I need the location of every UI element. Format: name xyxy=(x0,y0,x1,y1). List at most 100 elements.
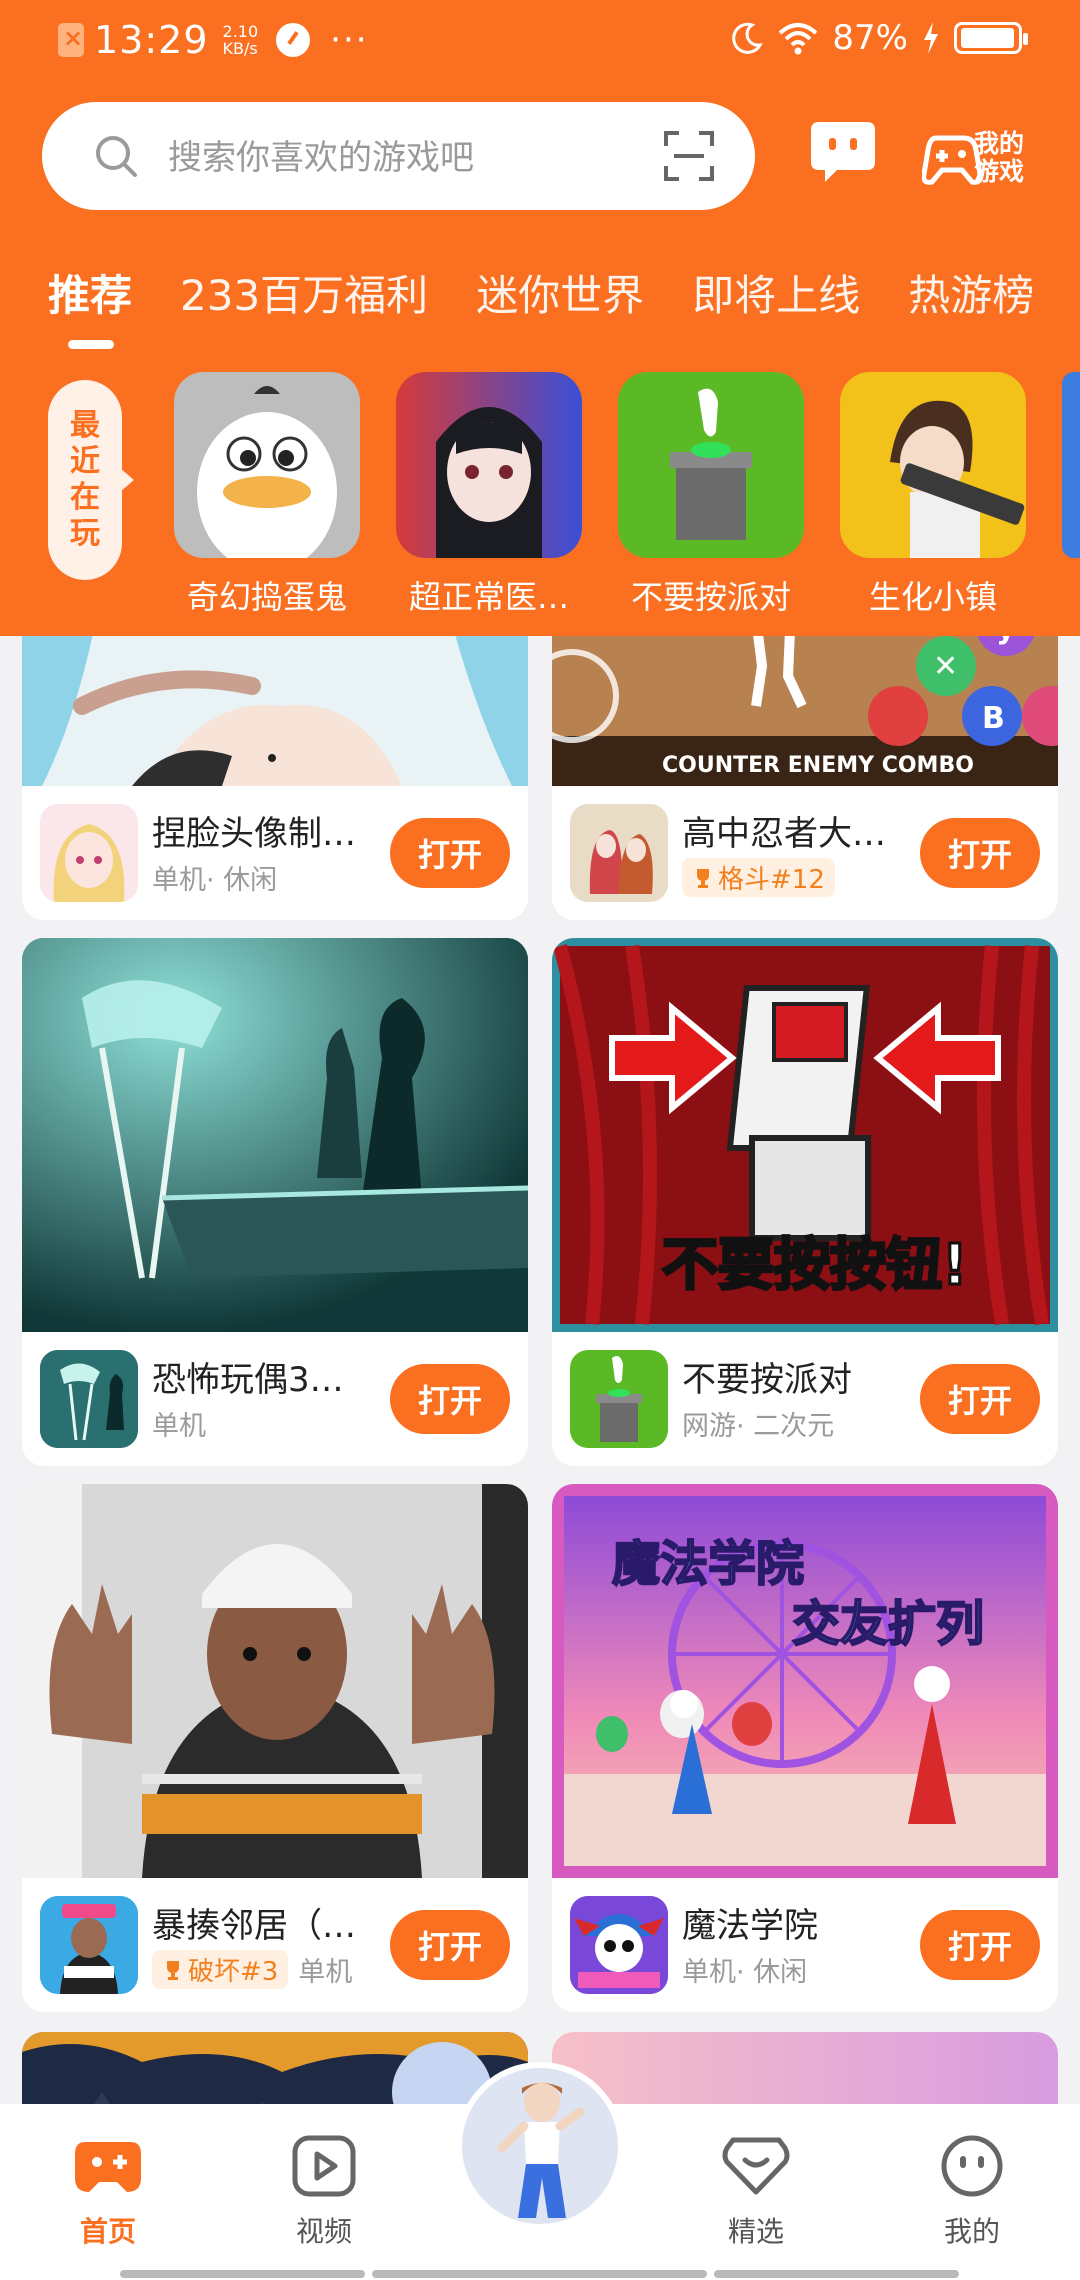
svg-text:B: B xyxy=(982,701,1005,736)
recent-game-name: 超正常医… xyxy=(408,578,569,616)
recent-game-3[interactable]: 不要按派对 xyxy=(618,372,804,618)
home-gamepad-icon xyxy=(75,2142,141,2192)
trophy-icon xyxy=(167,1960,179,1980)
game-card-info: 捏脸头像制… 单机· 休闲 打开 xyxy=(22,786,528,920)
svg-text:✕: ✕ xyxy=(933,649,958,684)
recent-tag-char: 近 xyxy=(70,444,100,479)
game-icon xyxy=(40,1896,138,1994)
game-tags: 单机 xyxy=(152,1404,206,1443)
my-games-label: 我的游戏 xyxy=(974,129,1025,186)
game-card[interactable]: 魔法学院 交友扩列 魔法学院 单机· 休闲 打开 xyxy=(552,1484,1058,2012)
nav-home-label: 首页 xyxy=(79,2215,136,2248)
game-icon xyxy=(570,1350,668,1448)
status-time: 13:29 xyxy=(94,18,209,62)
network-speed: 2.10 KB/s xyxy=(223,23,259,57)
recently-played-row: 最 近 在 玩 奇幻捣蛋鬼 超正常医… 不要按派对 生化小镇 xyxy=(0,372,1080,622)
game-card[interactable]: 捏脸头像制… 单机· 休闲 打开 xyxy=(22,586,528,920)
open-button[interactable]: 打开 xyxy=(920,818,1040,888)
game-icon xyxy=(570,1896,668,1994)
recent-game-name: 生化小镇 xyxy=(868,578,997,616)
tab-233-welfare[interactable]: 233百万福利 xyxy=(180,262,428,323)
moon-icon xyxy=(732,22,764,54)
more-dots-icon: ··· xyxy=(330,20,369,60)
image-caption: 不要按按钮! xyxy=(662,1233,968,1298)
speed-value: 2.10 xyxy=(222,22,259,41)
game-tags-text: 网游· 二次元 xyxy=(682,1411,835,1442)
gauge-icon xyxy=(276,23,311,57)
game-tags-text: 单机 xyxy=(298,1957,353,1988)
game-icon xyxy=(40,1350,138,1448)
game-card[interactable]: COUNTER ENEMY COMBO✕yB 高中忍者大… 格斗#12 打开 xyxy=(552,586,1058,920)
message-icon[interactable] xyxy=(807,116,879,188)
tab-recommend[interactable]: 推荐 xyxy=(48,262,132,349)
image-caption: COUNTER ENEMY COMBO xyxy=(662,753,974,778)
trophy-icon xyxy=(697,868,709,888)
recently-played-tag: 最 近 在 玩 xyxy=(48,380,134,580)
rank-text: 破坏#3 xyxy=(188,1957,279,1987)
scan-icon[interactable] xyxy=(663,130,715,182)
wifi-icon xyxy=(779,23,818,55)
recent-game-2[interactable]: 超正常医… xyxy=(396,372,582,618)
video-play-icon xyxy=(292,2135,356,2197)
nav-video-label: 视频 xyxy=(295,2215,352,2248)
open-button[interactable]: 打开 xyxy=(920,1910,1040,1980)
game-card[interactable]: 恐怖玩偶3… 单机 打开 xyxy=(22,938,528,1466)
recent-tag-char: 玩 xyxy=(70,516,100,551)
tab-mini-world[interactable]: 迷你世界 xyxy=(476,262,644,323)
game-card-info: 魔法学院 单机· 休闲 打开 xyxy=(552,1878,1058,2012)
nav-video[interactable]: 视频 xyxy=(264,2134,384,2250)
recent-tag-char: 在 xyxy=(70,480,100,515)
recent-game-name: 奇幻捣蛋鬼 xyxy=(186,578,347,616)
recent-game-name: 不要按派对 xyxy=(630,578,791,616)
game-card-image: 不要按按钮! xyxy=(552,938,1058,1332)
open-button[interactable]: 打开 xyxy=(390,1910,510,1980)
game-card-info: 暴揍邻居（… 破坏#3 单机 打开 xyxy=(22,1878,528,2012)
game-card-info: 高中忍者大… 格斗#12 打开 xyxy=(552,786,1058,920)
game-card[interactable]: 暴揍邻居（… 破坏#3 单机 打开 xyxy=(22,1484,528,2012)
nav-profile[interactable]: 我的 xyxy=(912,2134,1032,2250)
game-tags: 单机· 休闲 xyxy=(152,858,277,897)
game-tags: 格斗#12 xyxy=(682,858,835,897)
nav-home[interactable]: 首页 xyxy=(48,2134,168,2250)
center-character-avatar[interactable] xyxy=(456,2062,624,2230)
game-card[interactable]: 不要按按钮! 不要按派对 网游· 二次元 打开 xyxy=(552,938,1058,1466)
rank-text: 格斗#12 xyxy=(718,865,825,895)
game-title: 不要按派对 xyxy=(682,1360,852,1400)
tab-coming-soon[interactable]: 即将上线 xyxy=(692,262,860,323)
status-bar: 13:29 2.10 KB/s ··· 87% xyxy=(0,0,1080,86)
nav-profile-label: 我的 xyxy=(943,2215,1000,2248)
search-box[interactable]: 搜索你喜欢的游戏吧 xyxy=(42,102,755,210)
battery-icon xyxy=(954,22,1028,54)
game-title: 恐怖玩偶3… xyxy=(152,1360,344,1400)
game-tags-text: 单机· 休闲 xyxy=(152,865,278,896)
rank-badge: 格斗#12 xyxy=(682,858,835,897)
recent-game-1[interactable]: 奇幻捣蛋鬼 xyxy=(174,372,360,618)
open-button[interactable]: 打开 xyxy=(390,818,510,888)
open-button[interactable]: 打开 xyxy=(920,1364,1040,1434)
duck-game-icon xyxy=(174,372,360,558)
home-indicator xyxy=(120,2270,365,2278)
nav-featured[interactable]: 精选 xyxy=(696,2134,816,2250)
anime-girl-game-icon xyxy=(396,372,582,558)
header: 13:29 2.10 KB/s ··· 87% 搜索你喜欢的游戏吧 我的游戏 xyxy=(0,0,1080,636)
home-indicator xyxy=(714,2270,959,2278)
shooter-girl-game-icon xyxy=(840,372,1026,558)
game-card-image xyxy=(22,938,528,1332)
category-tabs: 推荐 233百万福利 迷你世界 即将上线 热游榜 xyxy=(48,262,1080,349)
search-placeholder: 搜索你喜欢的游戏吧 xyxy=(168,138,474,178)
rank-badge: 破坏#3 xyxy=(152,1950,289,1989)
tab-hot-games[interactable]: 热游榜 xyxy=(908,262,1034,323)
my-games-button[interactable]: 我的游戏 xyxy=(922,110,1042,200)
game-icon xyxy=(570,804,668,902)
game-icon xyxy=(40,804,138,902)
game-card-image xyxy=(22,1484,528,1878)
game-tags-text: 单机 xyxy=(152,1411,206,1442)
game-title: 捏脸头像制… xyxy=(152,814,356,854)
home-indicator xyxy=(372,2270,707,2278)
next-recent-game-peek xyxy=(1062,372,1080,558)
battery-percent: 87% xyxy=(832,18,908,58)
open-button[interactable]: 打开 xyxy=(390,1364,510,1434)
heart-diamond-icon xyxy=(722,2137,790,2195)
speed-unit: KB/s xyxy=(222,39,258,58)
recent-game-4[interactable]: 生化小镇 xyxy=(840,372,1026,618)
